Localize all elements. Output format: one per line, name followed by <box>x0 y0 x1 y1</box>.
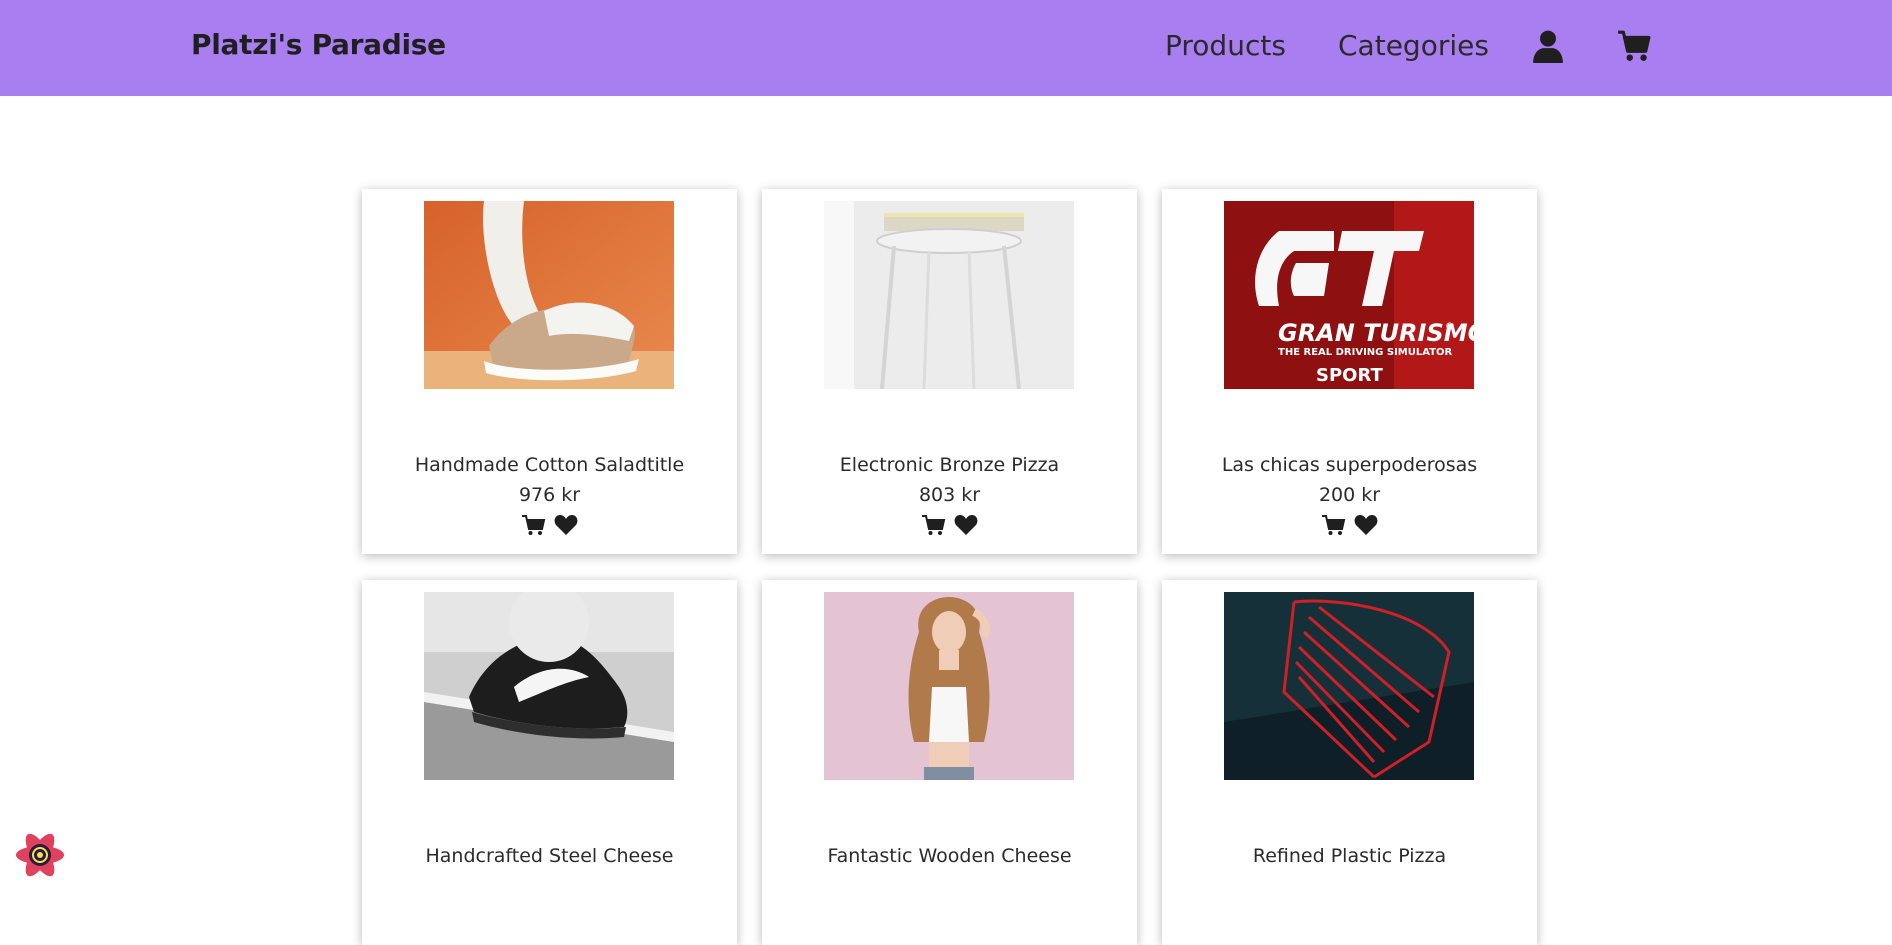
cart-icon[interactable] <box>1617 29 1651 63</box>
product-image[interactable] <box>424 201 674 389</box>
product-actions <box>1162 514 1537 536</box>
product-image[interactable] <box>824 592 1074 780</box>
product-image[interactable]: GRAN TURISMO ® THE REAL DRIVING SIMULATO… <box>1224 201 1474 389</box>
product-card[interactable]: GRAN TURISMO ® THE REAL DRIVING SIMULATO… <box>1162 189 1537 554</box>
navbar: Platzi's Paradise Products Categories <box>0 0 1892 96</box>
brand-logo[interactable]: Platzi's Paradise <box>191 28 446 61</box>
heart-icon[interactable] <box>954 514 978 536</box>
cover-registered-mark: ® <box>1445 322 1454 332</box>
product-title[interactable]: Handmade Cotton Saladtitle <box>362 454 737 476</box>
add-to-cart-icon[interactable] <box>521 514 546 536</box>
product-price: 200 kr <box>1318 484 1381 506</box>
heart-icon[interactable] <box>554 514 578 536</box>
nav-link-products[interactable]: Products <box>1165 29 1286 62</box>
product-card[interactable]: Handcrafted Steel Cheese <box>362 580 737 945</box>
product-actions <box>362 514 737 536</box>
product-card[interactable]: Refined Plastic Pizza <box>1162 580 1537 945</box>
product-card[interactable]: Electronic Bronze Pizza 803 kr <box>762 189 1137 554</box>
product-title[interactable]: Refined Plastic Pizza <box>1162 845 1537 867</box>
product-card[interactable]: Fantastic Wooden Cheese <box>762 580 1137 945</box>
product-image[interactable] <box>1224 592 1474 780</box>
user-icon[interactable] <box>1531 29 1565 63</box>
react-devtools-icon[interactable] <box>13 832 67 878</box>
add-to-cart-icon[interactable] <box>921 514 946 536</box>
product-actions <box>762 514 1137 536</box>
product-price: 803 kr <box>918 484 981 506</box>
add-to-cart-icon[interactable] <box>1321 514 1346 536</box>
product-title[interactable]: Fantastic Wooden Cheese <box>762 845 1137 867</box>
product-price: 976 kr <box>518 484 581 506</box>
product-card[interactable]: Handmade Cotton Saladtitle 976 kr <box>362 189 737 554</box>
product-title[interactable]: Handcrafted Steel Cheese <box>362 845 737 867</box>
cover-subtitle: THE REAL DRIVING SIMULATOR <box>1278 347 1453 358</box>
product-image[interactable] <box>424 592 674 780</box>
product-title[interactable]: Las chicas superpoderosas <box>1162 454 1537 476</box>
nav-link-categories[interactable]: Categories <box>1338 29 1489 62</box>
cover-edition: SPORT <box>1316 365 1384 386</box>
product-title[interactable]: Electronic Bronze Pizza <box>762 454 1137 476</box>
product-image[interactable] <box>824 201 1074 389</box>
heart-icon[interactable] <box>1354 514 1378 536</box>
